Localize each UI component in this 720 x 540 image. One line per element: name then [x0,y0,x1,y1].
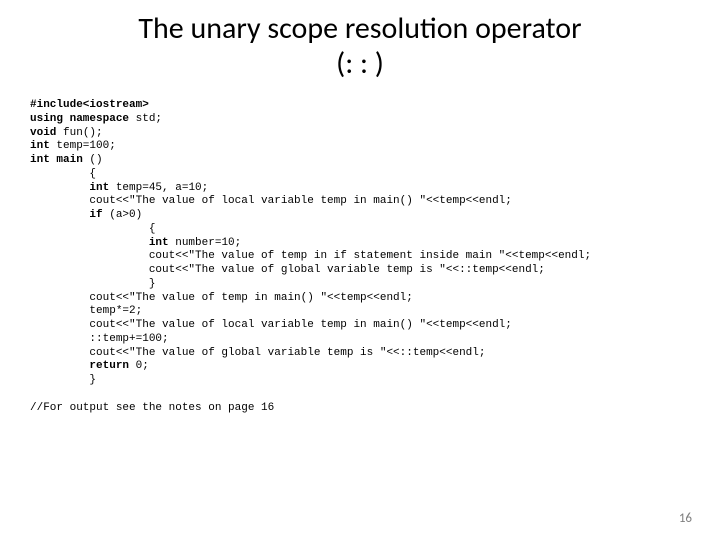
title-line-1: The unary scope resolution operator [138,10,581,47]
code-l09a: if [30,209,109,221]
code-l18: ::temp+=100; [30,333,169,345]
code-l19: cout<<"The value of global variable temp… [30,347,485,359]
code-l20a: return [30,360,136,372]
code-l14: } [30,278,155,290]
code-l16: temp*=2; [30,305,142,317]
code-l20b: 0; [136,360,149,372]
code-l11a: int [30,237,175,249]
code-block: #include<iostream> using namespace std; … [30,99,690,415]
code-l03a: void [30,127,63,139]
code-l17: cout<<"The value of local variable temp … [30,319,512,331]
code-l21: } [30,374,96,386]
code-l05b: () [89,154,102,166]
title-line-2: (: : ) [336,45,384,82]
code-l11b: number=10; [175,237,241,249]
code-l09b: (a>0) [109,209,142,221]
code-l07b: temp=45, a=10; [116,182,208,194]
code-l05a: int main [30,154,89,166]
code-l06: { [30,168,96,180]
code-l01: #include<iostream> [30,99,155,111]
code-l03b: fun(); [63,127,103,139]
code-l15: cout<<"The value of temp in main() "<<te… [30,292,413,304]
slide: The unary scope resolution operator (: :… [0,0,720,540]
code-l04b: temp=100; [56,140,115,152]
code-l07a: int [30,182,116,194]
code-l02b: std; [136,113,162,125]
page-number: 16 [679,511,692,526]
code-l10: { [30,223,155,235]
slide-title: The unary scope resolution operator (: :… [30,12,690,81]
code-l23: //For output see the notes on page 16 [30,402,274,414]
code-l02a: using namespace [30,113,136,125]
code-l13: cout<<"The value of global variable temp… [30,264,545,276]
code-l08: cout<<"The value of local variable temp … [30,195,512,207]
code-l04a: int [30,140,56,152]
code-l12: cout<<"The value of temp in if statement… [30,250,591,262]
